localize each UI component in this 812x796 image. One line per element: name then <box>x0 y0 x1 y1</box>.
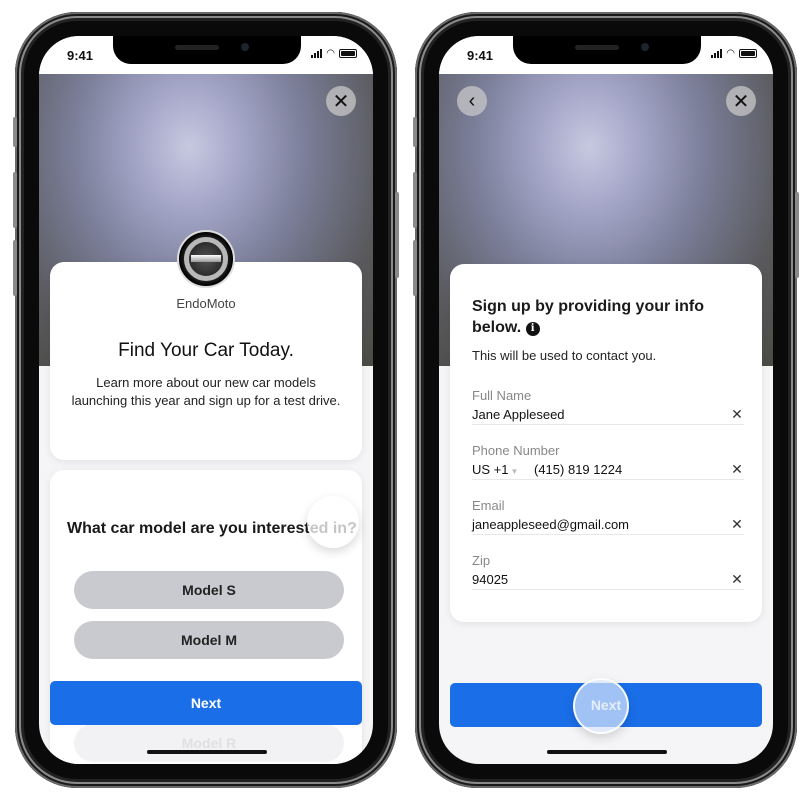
form-subtitle: This will be used to contact you. <box>472 348 657 363</box>
zip-field: Zip 94025 ✕ <box>472 553 744 590</box>
notch <box>113 36 301 64</box>
close-button[interactable]: ✕ <box>726 86 756 116</box>
country-code-select[interactable]: US +1 ▼ <box>472 462 534 477</box>
full-name-field: Full Name Jane Appleseed ✕ <box>472 388 744 425</box>
clear-icon[interactable]: ✕ <box>730 516 744 533</box>
phone-frame-right: 9:41 ◠ ‹ ✕ Sign up by providing your inf… <box>413 12 799 788</box>
form-title: Sign up by providing your info below. i <box>472 298 704 336</box>
volume-down-button <box>413 240 417 296</box>
back-button[interactable]: ‹ <box>457 86 487 116</box>
page-title: Find Your Car Today. <box>118 340 294 361</box>
screen-signup-form: 9:41 ◠ ‹ ✕ Sign up by providing your inf… <box>439 36 773 764</box>
volume-down-button <box>13 240 17 296</box>
chevron-left-icon: ‹ <box>468 89 476 112</box>
clear-icon[interactable]: ✕ <box>730 406 744 423</box>
battery-icon <box>339 49 357 58</box>
phone-input[interactable]: (415) 819 1224 <box>534 462 730 477</box>
page-description: Learn more about our new car models laun… <box>71 375 341 408</box>
close-button[interactable]: ✕ <box>326 86 356 116</box>
home-indicator[interactable] <box>147 750 267 754</box>
phone-field: Phone Number US +1 ▼ (415) 819 1224 ✕ <box>472 443 744 480</box>
status-time: 9:41 <box>467 48 494 63</box>
email-field: Email janeappleseed@gmail.com ✕ <box>472 498 744 535</box>
touch-indicator <box>307 496 359 548</box>
option-model-m[interactable]: Model M <box>74 621 344 659</box>
notch <box>513 36 701 64</box>
volume-up-button <box>413 172 417 228</box>
touch-indicator <box>573 678 629 734</box>
signal-icon <box>311 49 323 58</box>
field-label: Phone Number <box>472 443 560 458</box>
power-button <box>795 192 799 278</box>
close-icon: ✕ <box>332 90 350 113</box>
signal-icon <box>711 49 723 58</box>
field-label: Email <box>472 498 505 513</box>
full-name-input[interactable]: Jane Appleseed <box>472 407 730 422</box>
close-icon: ✕ <box>732 90 750 113</box>
brand-logo <box>177 230 235 288</box>
info-icon[interactable]: i <box>525 322 540 336</box>
wifi-icon: ◠ <box>726 48 735 59</box>
next-button[interactable]: Next <box>50 681 362 725</box>
mute-switch <box>413 117 417 147</box>
clear-icon[interactable]: ✕ <box>730 461 744 478</box>
email-input[interactable]: janeappleseed@gmail.com <box>472 517 730 532</box>
caret-down-icon: ▼ <box>510 467 519 476</box>
option-model-s[interactable]: Model S <box>74 571 344 609</box>
clear-icon[interactable]: ✕ <box>730 571 744 588</box>
phone-frame-left: 9:41 ◠ ✕ EndoMoto Find Your Car Today. L… <box>13 12 399 788</box>
wifi-icon: ◠ <box>326 48 335 59</box>
power-button <box>395 192 399 278</box>
option-model-r[interactable]: Model R <box>74 724 344 762</box>
status-time: 9:41 <box>67 48 94 63</box>
zip-input[interactable]: 94025 <box>472 572 730 587</box>
screen-car-interest: 9:41 ◠ ✕ EndoMoto Find Your Car Today. L… <box>39 36 373 764</box>
field-label: Full Name <box>472 388 532 403</box>
battery-icon <box>739 49 757 58</box>
field-label: Zip <box>472 553 491 568</box>
mute-switch <box>13 117 17 147</box>
volume-up-button <box>13 172 17 228</box>
brand-name: EndoMoto <box>176 296 236 311</box>
home-indicator[interactable] <box>547 750 667 754</box>
